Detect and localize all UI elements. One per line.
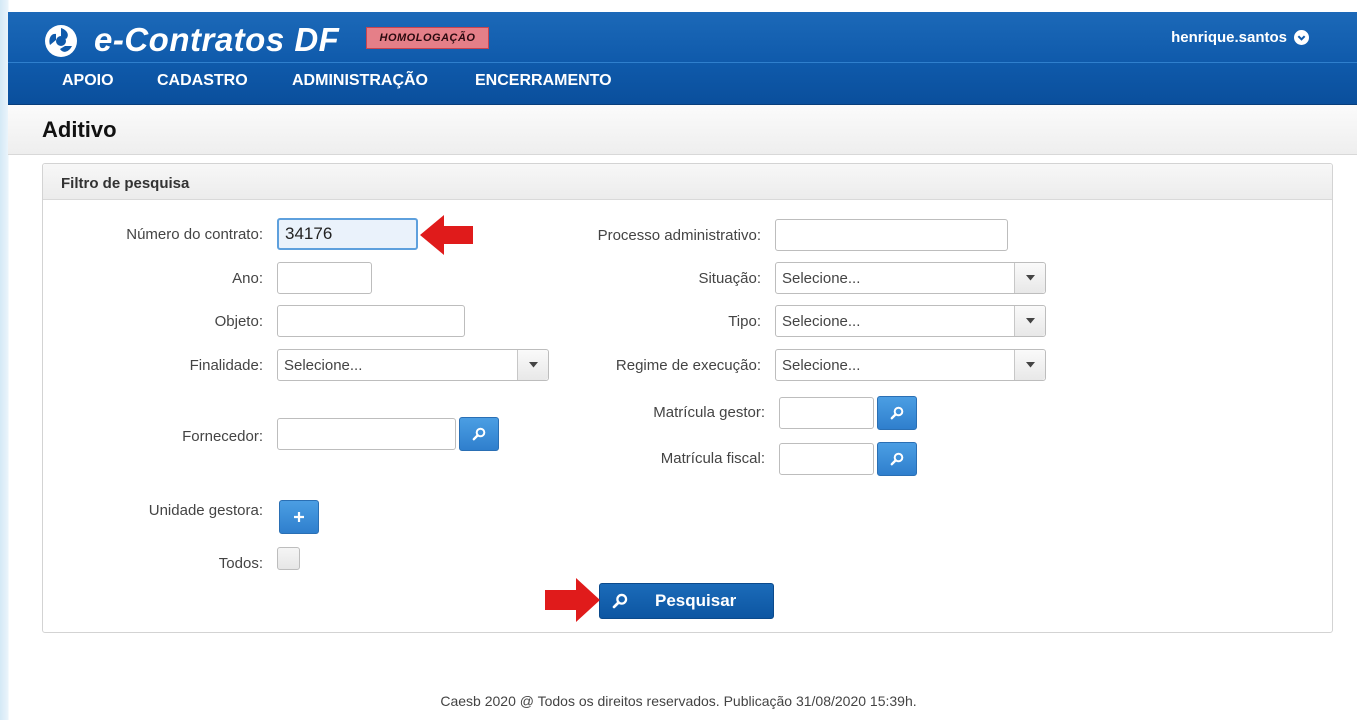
regime-execucao-label: Regime de execução: xyxy=(615,357,761,374)
tipo-select[interactable]: Selecione... xyxy=(775,305,1046,337)
finalidade-selected: Selecione... xyxy=(284,357,363,374)
unidade-gestora-label: Unidade gestora: xyxy=(148,502,263,519)
environment-badge: HOMOLOGAÇÃO xyxy=(366,27,489,49)
filter-panel-header: Filtro de pesquisa xyxy=(43,164,1332,200)
chevron-down-icon xyxy=(1294,30,1309,45)
ano-label: Ano: xyxy=(232,270,263,287)
situacao-select[interactable]: Selecione... xyxy=(775,262,1046,294)
processo-administrativo-input[interactable] xyxy=(775,219,1008,251)
title-bar: Aditivo xyxy=(8,105,1357,155)
fornecedor-label: Fornecedor: xyxy=(182,428,263,445)
user-menu[interactable]: henrique.santos xyxy=(1171,29,1309,46)
annotation-arrow-right-icon xyxy=(545,578,600,622)
filter-panel-title: Filtro de pesquisa xyxy=(61,175,190,192)
tipo-selected: Selecione... xyxy=(782,313,861,330)
nav-item-administracao[interactable]: ADMINISTRAÇÃO xyxy=(292,72,428,90)
header-divider xyxy=(8,62,1357,63)
caret-down-icon xyxy=(1014,306,1045,336)
search-icon xyxy=(890,452,904,466)
nav-item-apoio[interactable]: APOIO xyxy=(62,72,114,90)
processo-administrativo-label: Processo administrativo: xyxy=(597,227,761,244)
situacao-selected: Selecione... xyxy=(782,270,861,287)
todos-label: Todos: xyxy=(218,555,263,572)
regime-execucao-selected: Selecione... xyxy=(782,357,861,374)
situacao-label: Situação: xyxy=(698,270,761,287)
ano-input[interactable] xyxy=(277,262,372,294)
fornecedor-search-button[interactable] xyxy=(459,417,499,451)
numero-contrato-input[interactable] xyxy=(277,218,418,250)
matricula-fiscal-input[interactable] xyxy=(779,443,874,475)
page-title: Aditivo xyxy=(42,117,117,142)
finalidade-select[interactable]: Selecione... xyxy=(277,349,549,381)
search-icon xyxy=(890,406,904,420)
pesquisar-button[interactable]: Pesquisar xyxy=(599,583,774,619)
numero-contrato-label: Número do contrato: xyxy=(126,226,263,243)
top-header: e-Contratos DF HOMOLOGAÇÃO henrique.sant… xyxy=(8,12,1357,105)
matricula-gestor-search-button[interactable] xyxy=(877,396,917,430)
matricula-gestor-input[interactable] xyxy=(779,397,874,429)
footer-text: Caesb 2020 @ Todos os direitos reservado… xyxy=(440,693,917,709)
user-name: henrique.santos xyxy=(1171,29,1287,46)
caret-down-icon xyxy=(1014,263,1045,293)
objeto-input[interactable] xyxy=(277,305,465,337)
annotation-arrow-left-icon xyxy=(420,215,473,255)
app-brand: e-Contratos DF xyxy=(94,21,340,58)
search-icon xyxy=(612,593,628,609)
nav-item-encerramento[interactable]: ENCERRAMENTO xyxy=(475,72,612,90)
plus-icon xyxy=(294,512,304,522)
caret-down-icon xyxy=(1014,350,1045,380)
logo-icon xyxy=(45,25,77,57)
regime-execucao-select[interactable]: Selecione... xyxy=(775,349,1046,381)
search-icon xyxy=(472,427,486,441)
todos-checkbox[interactable] xyxy=(277,547,300,570)
finalidade-label: Finalidade: xyxy=(189,357,263,374)
matricula-fiscal-search-button[interactable] xyxy=(877,442,917,476)
matricula-fiscal-label: Matrícula fiscal: xyxy=(660,450,765,467)
nav-item-cadastro[interactable]: CADASTRO xyxy=(157,72,248,90)
matricula-gestor-label: Matrícula gestor: xyxy=(653,404,765,421)
caret-down-icon xyxy=(517,350,548,380)
fornecedor-input[interactable] xyxy=(277,418,456,450)
pesquisar-label: Pesquisar xyxy=(655,591,737,610)
add-unidade-gestora-button[interactable] xyxy=(279,500,319,534)
objeto-label: Objeto: xyxy=(214,313,263,330)
tipo-label: Tipo: xyxy=(728,313,761,330)
